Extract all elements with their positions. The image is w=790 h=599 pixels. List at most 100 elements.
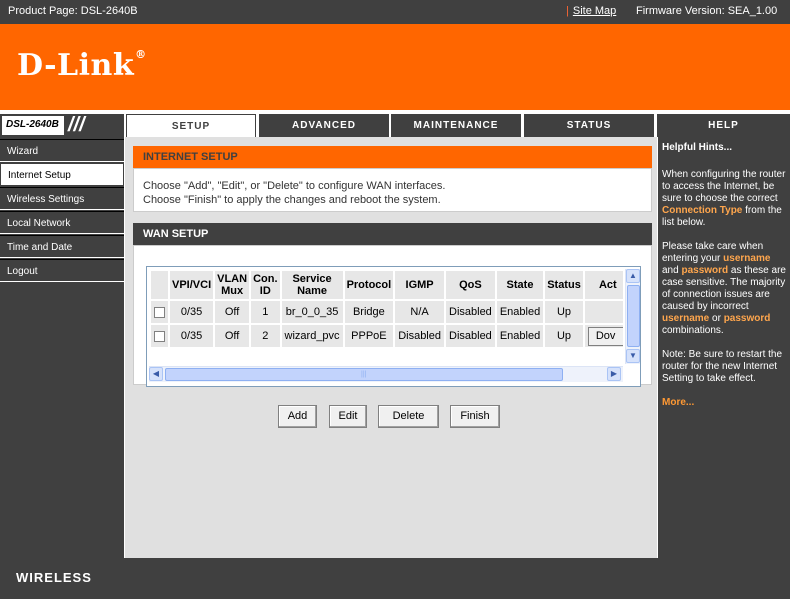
hint-keyword: password	[723, 313, 771, 324]
cell-con-id: 1	[251, 301, 280, 323]
internet-setup-header: INTERNET SETUP	[133, 146, 652, 168]
scroll-up-icon[interactable]: ▲	[626, 269, 640, 283]
footer-bar: WIRELESS	[0, 558, 790, 599]
cell-protocol: Bridge	[344, 301, 394, 323]
col-vlan-mux: VLAN Mux	[215, 271, 250, 299]
tab-setup[interactable]: SETUP	[126, 114, 256, 137]
model-label: DSL-2640B	[2, 116, 64, 135]
cell-qos: Disabled	[446, 325, 495, 347]
sidebar: Wizard Internet Setup Wireless Settings …	[0, 137, 124, 558]
cell-con-id: 2	[251, 325, 280, 347]
cell-service-name: br_0_0_35	[281, 301, 343, 323]
cell-vpi-vci: 0/35	[170, 301, 214, 323]
hints-title: Helpful Hints...	[662, 142, 732, 153]
tab-status[interactable]: STATUS	[524, 114, 654, 137]
col-con-id: Con. ID	[251, 271, 280, 299]
sidebar-item-wizard[interactable]: Wizard	[0, 139, 124, 162]
cell-action	[584, 301, 623, 323]
add-button[interactable]: Add	[278, 405, 317, 428]
wan-table: VPI/VCI VLAN Mux Con. ID Service Name Pr…	[149, 269, 623, 349]
row-checkbox[interactable]	[154, 330, 165, 342]
hint-paragraph-2: Please take care when entering your user…	[662, 241, 786, 337]
delete-button[interactable]: Delete	[378, 405, 439, 428]
hint-text: or	[709, 313, 724, 324]
wan-setup-panel: VPI/VCI VLAN Mux Con. ID Service Name Pr…	[133, 245, 652, 387]
sidebar-item-logout[interactable]: Logout	[0, 259, 124, 282]
registered-mark: ®	[135, 48, 147, 61]
hint-keyword: username	[662, 313, 710, 324]
edit-button[interactable]: Edit	[329, 405, 367, 428]
top-bar: Product Page: DSL-2640B | Site Map Firmwa…	[0, 0, 790, 24]
wan-table-frame: VPI/VCI VLAN Mux Con. ID Service Name Pr…	[146, 266, 641, 387]
cell-state: Enabled	[496, 325, 544, 347]
cell-status: Up	[545, 325, 583, 347]
firmware-version: Firmware Version: SEA_1.00	[636, 5, 778, 17]
brand-banner: D-Link®	[0, 24, 790, 110]
cell-status: Up	[545, 301, 583, 323]
logo-text: D-Link	[17, 48, 135, 83]
tab-maintenance[interactable]: MAINTENANCE	[391, 114, 521, 137]
footer-wireless-label: WIRELESS	[16, 570, 92, 585]
instruction-line-2: Choose "Finish" to apply the changes and…	[143, 194, 441, 206]
scroll-right-icon[interactable]: ▶	[607, 367, 621, 381]
sidebar-item-time-and-date[interactable]: Time and Date	[0, 235, 124, 258]
model-slashes: ///	[68, 114, 85, 136]
instruction-line-1: Choose "Add", "Edit", or "Delete" to con…	[143, 180, 446, 192]
hint-keyword: password	[681, 265, 729, 276]
main-content: INTERNET SETUP Choose "Add", "Edit", or …	[124, 137, 658, 558]
product-page-label: Product Page: DSL-2640B	[8, 5, 138, 17]
vertical-scroll-thumb[interactable]	[627, 285, 640, 347]
internet-setup-description: Choose "Add", "Edit", or "Delete" to con…	[133, 168, 652, 212]
col-state: State	[496, 271, 544, 299]
hint-text: When configuring the router to access th…	[662, 169, 786, 204]
helpful-hints-panel: Helpful Hints... When configuring the ro…	[658, 137, 790, 558]
scroll-down-icon[interactable]: ▼	[626, 349, 640, 363]
site-map-link[interactable]: | Site Map	[566, 5, 616, 17]
col-protocol: Protocol	[344, 271, 394, 299]
cell-vpi-vci: 0/35	[170, 325, 214, 347]
model-badge: DSL-2640B ///	[0, 114, 124, 137]
cell-qos: Disabled	[446, 301, 495, 323]
tab-help[interactable]: HELP	[657, 114, 790, 137]
finish-button[interactable]: Finish	[450, 405, 500, 428]
col-action: Act	[584, 271, 623, 299]
scroll-grip-icon: |||	[361, 371, 367, 378]
more-hints-link[interactable]: More...	[662, 397, 786, 409]
row-checkbox[interactable]	[154, 306, 165, 318]
sidebar-item-local-network[interactable]: Local Network	[0, 211, 124, 234]
dlink-logo: D-Link®	[17, 48, 147, 83]
row-action-button[interactable]: Dov	[587, 326, 623, 346]
col-vpi-vci: VPI/VCI	[170, 271, 214, 299]
cell-action: Dov	[584, 325, 623, 347]
scroll-left-icon[interactable]: ◀	[149, 367, 163, 381]
hint-text: and	[662, 265, 682, 276]
row-select-cell	[151, 301, 168, 323]
cell-service-name: wizard_pvc	[281, 325, 343, 347]
wan-setup-header: WAN SETUP	[133, 223, 652, 245]
tab-row: DSL-2640B /// SETUP ADVANCED MAINTENANCE…	[0, 114, 790, 137]
horizontal-scrollbar[interactable]: ◀ ||| ▶	[149, 366, 623, 382]
hint-paragraph-1: When configuring the router to access th…	[662, 169, 786, 229]
cell-protocol: PPPoE	[344, 325, 394, 347]
row-select-cell	[151, 325, 168, 347]
hint-keyword: username	[723, 253, 771, 264]
vertical-scrollbar[interactable]: ▲ ▼	[625, 269, 640, 364]
table-row: 0/35 Off 2 wizard_pvc PPPoE Disabled Dis…	[151, 325, 623, 347]
cell-state: Enabled	[496, 301, 544, 323]
wan-table-viewport: VPI/VCI VLAN Mux Con. ID Service Name Pr…	[149, 269, 623, 364]
cell-vlan-mux: Off	[215, 325, 250, 347]
table-header-row: VPI/VCI VLAN Mux Con. ID Service Name Pr…	[151, 271, 623, 299]
hint-text: combinations.	[662, 325, 724, 336]
cell-igmp: Disabled	[395, 325, 444, 347]
col-status: Status	[545, 271, 583, 299]
horizontal-scroll-thumb[interactable]: |||	[165, 368, 563, 381]
site-map-text[interactable]: Site Map	[573, 5, 616, 17]
cell-igmp: N/A	[395, 301, 444, 323]
hint-paragraph-3: Note: Be sure to restart the router for …	[662, 349, 783, 384]
tab-advanced[interactable]: ADVANCED	[259, 114, 389, 137]
sidebar-item-wireless-settings[interactable]: Wireless Settings	[0, 187, 124, 210]
col-select	[151, 271, 168, 299]
sidebar-item-internet-setup[interactable]: Internet Setup	[0, 163, 124, 186]
col-service-name: Service Name	[281, 271, 343, 299]
table-row: 0/35 Off 1 br_0_0_35 Bridge N/A Disabled…	[151, 301, 623, 323]
